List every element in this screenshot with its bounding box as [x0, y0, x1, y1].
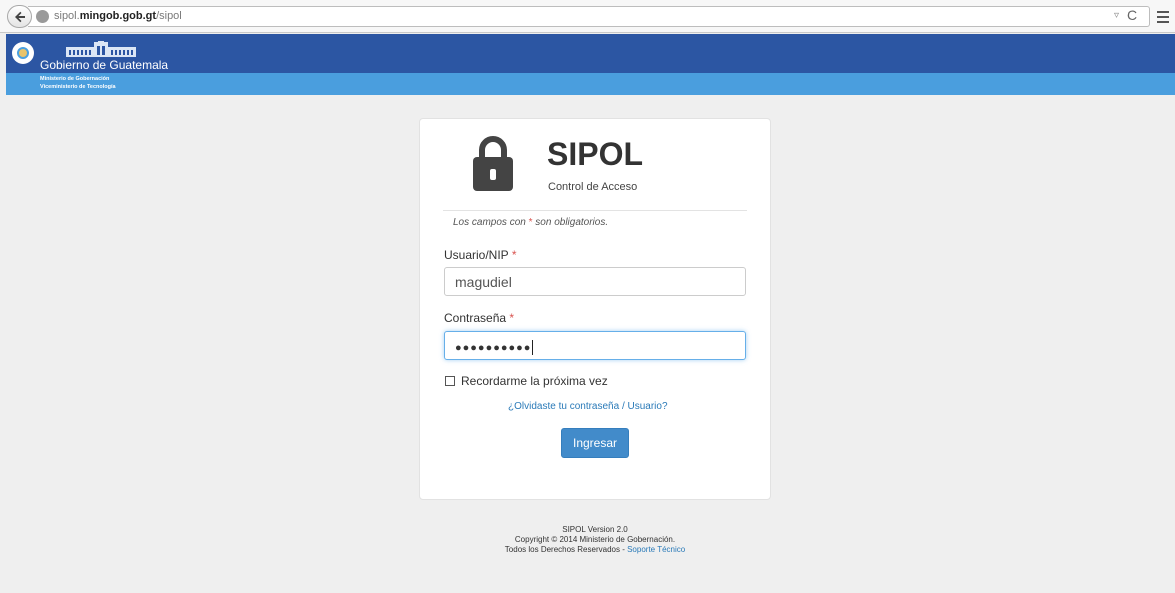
version-text: SIPOL Version 2.0 — [562, 525, 628, 534]
globe-icon — [36, 10, 49, 23]
url-history-dropdown-icon[interactable]: ▿ — [1114, 10, 1119, 21]
username-label: Usuario/NIP * — [444, 248, 517, 262]
password-label: Contraseña * — [444, 311, 515, 325]
browser-toolbar: sipol.mingob.gob.gt/sipol ▿ C — [0, 0, 1175, 33]
palace-logo-icon — [66, 41, 136, 57]
address-bar[interactable] — [28, 6, 1150, 27]
support-link[interactable]: Soporte Técnico — [627, 545, 685, 554]
app-subtitle: Control de Acceso — [548, 181, 638, 193]
rights-text: Todos los Derechos Reservados - Soporte … — [504, 545, 686, 554]
divider — [443, 210, 747, 211]
back-button[interactable] — [7, 5, 32, 28]
coat-of-arms-icon — [12, 42, 34, 64]
password-input[interactable]: ●●●●●●●●●● — [444, 331, 746, 360]
ministry-line: Ministerio de Gobernación — [40, 76, 110, 82]
app-title: SIPOL — [547, 136, 644, 172]
lock-icon — [473, 136, 513, 191]
ministry-name: Ministerio de Gobernación Viceministerio… — [40, 75, 116, 91]
copyright-text: Copyright © 2014 Ministerio de Gobernaci… — [514, 535, 676, 544]
footer: SIPOL Version 2.0 Copyright © 2014 Minis… — [420, 525, 770, 555]
url-text[interactable]: sipol.mingob.gob.gt/sipol — [54, 10, 182, 22]
remember-checkbox[interactable] — [445, 376, 455, 386]
reload-icon[interactable]: C — [1127, 7, 1137, 23]
login-button[interactable]: Ingresar — [561, 428, 629, 458]
back-arrow-icon — [14, 11, 25, 22]
forgot-password-link[interactable]: ¿Olvidaste tu contraseña / Usuario? — [508, 401, 668, 412]
username-input[interactable]: magudiel — [444, 267, 746, 296]
vice-ministry-line: Viceministerio de Tecnología — [40, 84, 116, 90]
menu-icon[interactable] — [1152, 5, 1174, 28]
required-fields-note: Los campos con * son obligatorios. — [453, 217, 609, 228]
gov-header — [6, 34, 1175, 73]
ministry-strip — [6, 73, 1175, 95]
remember-label[interactable]: Recordarme la próxima vez — [461, 374, 608, 388]
gov-name: Gobierno de Guatemala — [40, 58, 169, 72]
